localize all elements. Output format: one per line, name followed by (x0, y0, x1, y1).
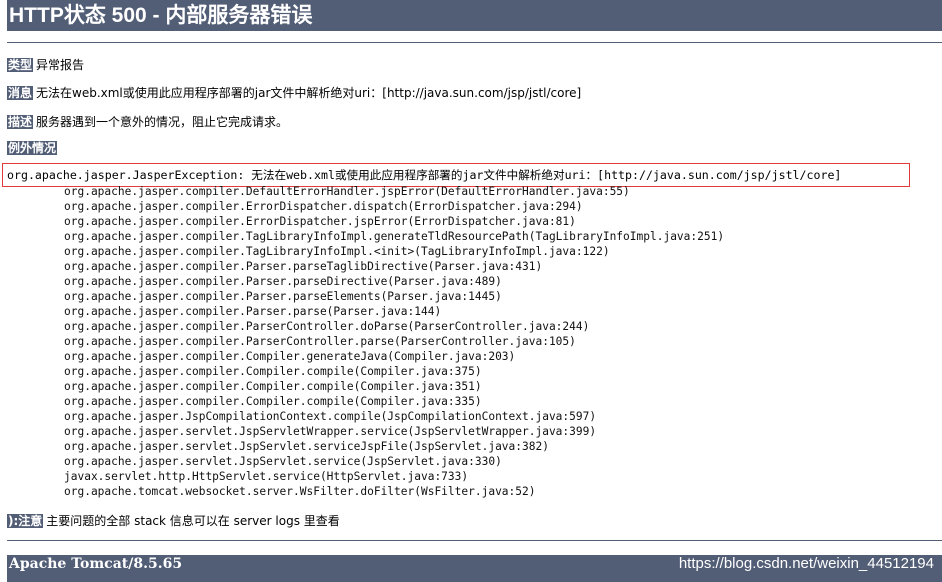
type-row: 类型 异常报告 (7, 57, 84, 73)
stack-trace-line: org.apache.jasper.compiler.TagLibraryInf… (64, 230, 725, 243)
type-value: 异常报告 (36, 58, 85, 72)
stack-trace-line: org.apache.jasper.compiler.Compiler.comp… (64, 395, 482, 408)
description-value: 服务器遇到一个意外的情况，阻止它完成请求。 (36, 115, 289, 129)
stack-trace-line: javax.servlet.http.HttpServlet.service(H… (64, 470, 469, 483)
note-value: 主要问题的全部 stack 信息可以在 server logs 里查看 (46, 514, 340, 528)
stack-trace-line: org.apache.jasper.compiler.DefaultErrorH… (64, 185, 630, 198)
stack-trace-line: org.apache.jasper.compiler.ErrorDispatch… (64, 215, 576, 228)
stack-trace-line: org.apache.jasper.servlet.JspServlet.ser… (64, 440, 549, 453)
watermark-url: https://blog.csdn.net/weixin_44512194 (678, 555, 934, 572)
note-label: ):注意 (7, 514, 44, 528)
stack-trace-line: org.apache.tomcat.websocket.server.WsFil… (64, 485, 536, 498)
type-label: 类型 (7, 58, 34, 72)
stack-trace-line: org.apache.jasper.compiler.Compiler.comp… (64, 380, 482, 393)
stack-trace-line: org.apache.jasper.compiler.Compiler.comp… (64, 365, 482, 378)
server-version: Apache Tomcat/8.5.65 (9, 556, 183, 572)
stack-trace-line: org.apache.jasper.servlet.JspServlet.ser… (64, 455, 502, 468)
stack-trace-line: org.apache.jasper.compiler.Parser.parseD… (64, 275, 502, 288)
stack-trace-line: org.apache.jasper.compiler.Compiler.gene… (64, 350, 516, 363)
page-title: HTTP状态 500 - 内部服务器错误 (7, 0, 942, 31)
exception-heading: 例外情况 (7, 141, 58, 155)
stack-trace-line: org.apache.jasper.compiler.ParserControl… (64, 335, 576, 348)
stack-trace: org.apache.jasper.compiler.DefaultErrorH… (64, 184, 724, 499)
divider-bottom (7, 540, 942, 541)
stack-trace-line: org.apache.jasper.servlet.JspServletWrap… (64, 425, 597, 438)
note-row: ):注意 主要问题的全部 stack 信息可以在 server logs 里查看 (7, 513, 340, 529)
stack-trace-line: org.apache.jasper.compiler.Parser.parse(… (64, 305, 442, 318)
footer: Apache Tomcat/8.5.65 https://blog.csdn.n… (7, 555, 942, 582)
stack-trace-line: org.apache.jasper.compiler.Parser.parseE… (64, 290, 502, 303)
stack-trace-line: org.apache.jasper.JspCompilationContext.… (64, 410, 597, 423)
divider-top (7, 42, 942, 43)
description-label: 描述 (7, 115, 34, 129)
message-label: 消息 (7, 86, 34, 100)
stack-trace-line: org.apache.jasper.compiler.ErrorDispatch… (64, 200, 583, 213)
stack-trace-line: org.apache.jasper.compiler.ParserControl… (64, 320, 590, 333)
message-value: 无法在web.xml或使用此应用程序部署的jar文件中解析绝对uri：[http… (36, 86, 582, 100)
exception-message: org.apache.jasper.JasperException: 无法在we… (7, 168, 842, 182)
stack-trace-line: org.apache.jasper.compiler.TagLibraryInf… (64, 245, 610, 258)
stack-trace-line: org.apache.jasper.compiler.Parser.parseT… (64, 260, 543, 273)
message-row: 消息 无法在web.xml或使用此应用程序部署的jar文件中解析绝对uri：[ht… (7, 85, 581, 101)
description-row: 描述 服务器遇到一个意外的情况，阻止它完成请求。 (7, 114, 288, 130)
